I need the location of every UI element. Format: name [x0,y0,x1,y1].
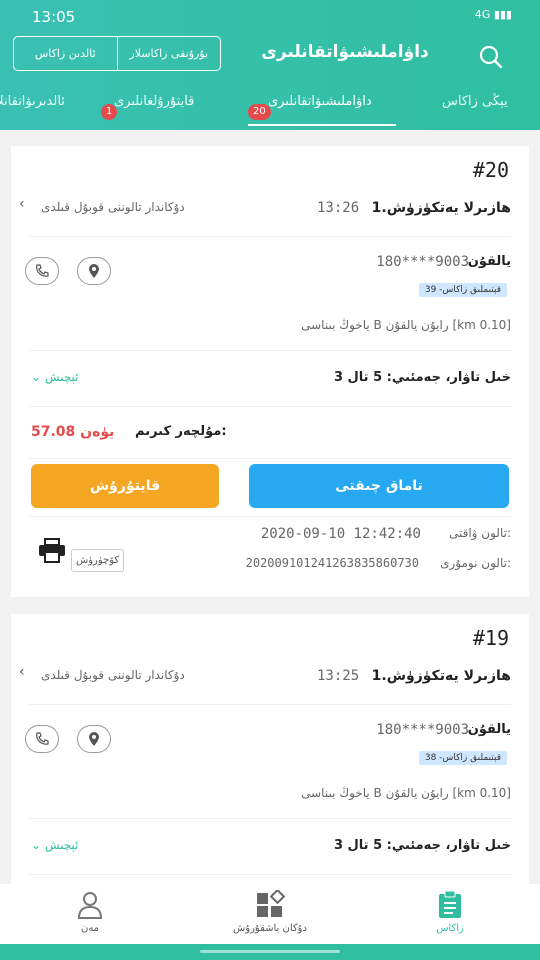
order-count-tag: 39 -قېتىملىق زاكاس [418,283,507,297]
order-history-segment: ئالدىن زاكاس بۇرۇنقى زاكاسلار [13,36,221,71]
advance-orders-button[interactable]: ئالدىن زاكاس [14,37,117,70]
delivery-type: 1.هازىرلا يەتكۈزۈش [371,200,511,216]
amount-row: مۇلچەر كىرىم: 57.08 يۈەن [11,424,529,446]
grid-icon [210,888,330,923]
clipboard-icon [390,890,510,923]
status-icons: 4G ▮▮▮ [475,8,512,21]
signal-icon: ▮▮▮ [493,8,512,21]
search-icon[interactable] [478,44,504,74]
order-header-row[interactable]: 1.هازىرلا يەتكۈزۈش 13:26 دۇكاندار تالونن… [11,196,529,224]
chevron-down-icon: ⌄ [31,838,42,852]
status-time: 13:05 [32,8,76,26]
network-label: 4G [474,8,491,21]
chevron-left-icon[interactable]: ‹ [19,664,25,680]
active-tab-indicator [248,124,396,126]
location-icon[interactable] [77,725,111,753]
nav-label: زاكاس [436,923,464,934]
divider [29,406,511,407]
customer-phone: 180****9003 [376,722,469,738]
tab-new-orders[interactable]: يېڭى زاكاس [442,94,508,109]
expected-income: 57.08 يۈەن [31,424,115,440]
order-time-short: 13:26 [317,200,360,216]
phone-icon[interactable] [25,257,59,285]
order-count-tag: 38 -قېتىملىق زاكاس [418,751,507,765]
tab-bar: يېڭى زاكاس داۋاملىشىۋاتقانلىرى قايتۇرۇلغ… [0,92,540,128]
chevron-left-icon[interactable]: ‹ [19,196,25,212]
home-indicator[interactable] [200,950,340,953]
return-button[interactable]: قايتۇرۇش [31,464,219,508]
nav-label: دۇكان باشقۇرۇش [233,923,307,934]
order-number: #20 [472,158,509,182]
items-summary: 3 خىل تاۋار، جەمئىي: 5 تال [333,370,511,385]
expand-toggle[interactable]: ⌄ ئېچىش [31,370,79,384]
divider [29,874,511,875]
bottom-navigation: مەن دۇكان باشقۇرۇش زاكاس [0,884,540,944]
order-card: #20 1.هازىرلا يەتكۈزۈش 13:26 دۇكاندار تا… [11,146,529,597]
order-serial-number: 202009101241263835860730 [245,556,419,570]
delivery-address: ياخوڭ بىناسى B رايۇن يالقۇن [km 0.10] [301,786,511,800]
nav-label: مەن [80,923,100,934]
tab-returned[interactable]: قايتۇرۇلغانلىرى [114,94,194,109]
in-progress-count-badge: 20 [248,104,271,120]
order-time-short: 13:25 [317,668,360,684]
chevron-down-icon: ⌄ [31,370,42,384]
divider [29,236,511,237]
customer-name: يالقۇن [467,722,511,737]
expand-toggle[interactable]: ⌄ ئېچىش [31,838,79,852]
user-icon [30,890,150,923]
amount-label: مۇلچەر كىرىم: [135,424,227,439]
items-summary: 3 خىل تاۋار، جەمئىي: 5 تال [333,838,511,853]
divider [29,818,511,819]
order-datetime: 2020-09-10 12:42:40 [260,526,421,542]
food-ready-button[interactable]: تاماق چىقتى [249,464,509,508]
order-number-label: تالون نومۇرى: [440,556,511,570]
copy-button[interactable]: كۆچۈرۈش [71,549,125,572]
delivery-address: ياخوڭ بىناسى B رايۇن يالقۇن [km 0.10] [301,318,511,332]
page-title: داۋاملىشىۋاتقانلىرى [261,42,429,62]
divider [29,458,511,459]
divider [29,704,511,705]
items-row[interactable]: 3 خىل تاۋار، جەمئىي: 5 تال ⌄ ئېچىش [11,838,529,860]
nav-orders[interactable]: زاكاس [390,890,510,934]
order-number: #19 [472,626,509,650]
nav-shop-management[interactable]: دۇكان باشقۇرۇش [210,888,330,934]
order-status: دۇكاندار تالوننى قوبۇل قىلدى [41,200,185,214]
order-header-row[interactable]: 1.هازىرلا يەتكۈزۈش 13:25 دۇكاندار تالونن… [11,664,529,692]
order-status: دۇكاندار تالوننى قوبۇل قىلدى [41,668,185,682]
delivery-type: 1.هازىرلا يەتكۈزۈش [371,668,511,684]
customer-name: يالقۇن [467,254,511,269]
printer-icon[interactable] [37,538,67,568]
tab-in-progress[interactable]: داۋاملىشىۋاتقانلىرى [268,94,372,109]
divider [29,516,511,517]
phone-icon[interactable] [25,725,59,753]
tab-urgent[interactable]: ئالدىرىۋاتقانلار [0,94,75,109]
status-bar: 13:05 4G ▮▮▮ [0,6,540,28]
location-icon[interactable] [77,257,111,285]
past-orders-button[interactable]: بۇرۇنقى زاكاسلار [118,37,221,70]
nav-me[interactable]: مەن [30,890,150,934]
order-card: #19 1.هازىرلا يەتكۈزۈش 13:25 دۇكاندار تا… [11,614,529,886]
order-time-label: تالون ۋاقتى: [448,526,511,540]
returned-count-badge: 1 [101,104,118,120]
items-row[interactable]: 3 خىل تاۋار، جەمئىي: 5 تال ⌄ ئېچىش [11,370,529,392]
app-header: 13:05 4G ▮▮▮ ئالدىن زاكاس بۇرۇنقى زاكاسل… [0,0,540,130]
divider [29,350,511,351]
customer-phone: 180****9003 [376,254,469,270]
